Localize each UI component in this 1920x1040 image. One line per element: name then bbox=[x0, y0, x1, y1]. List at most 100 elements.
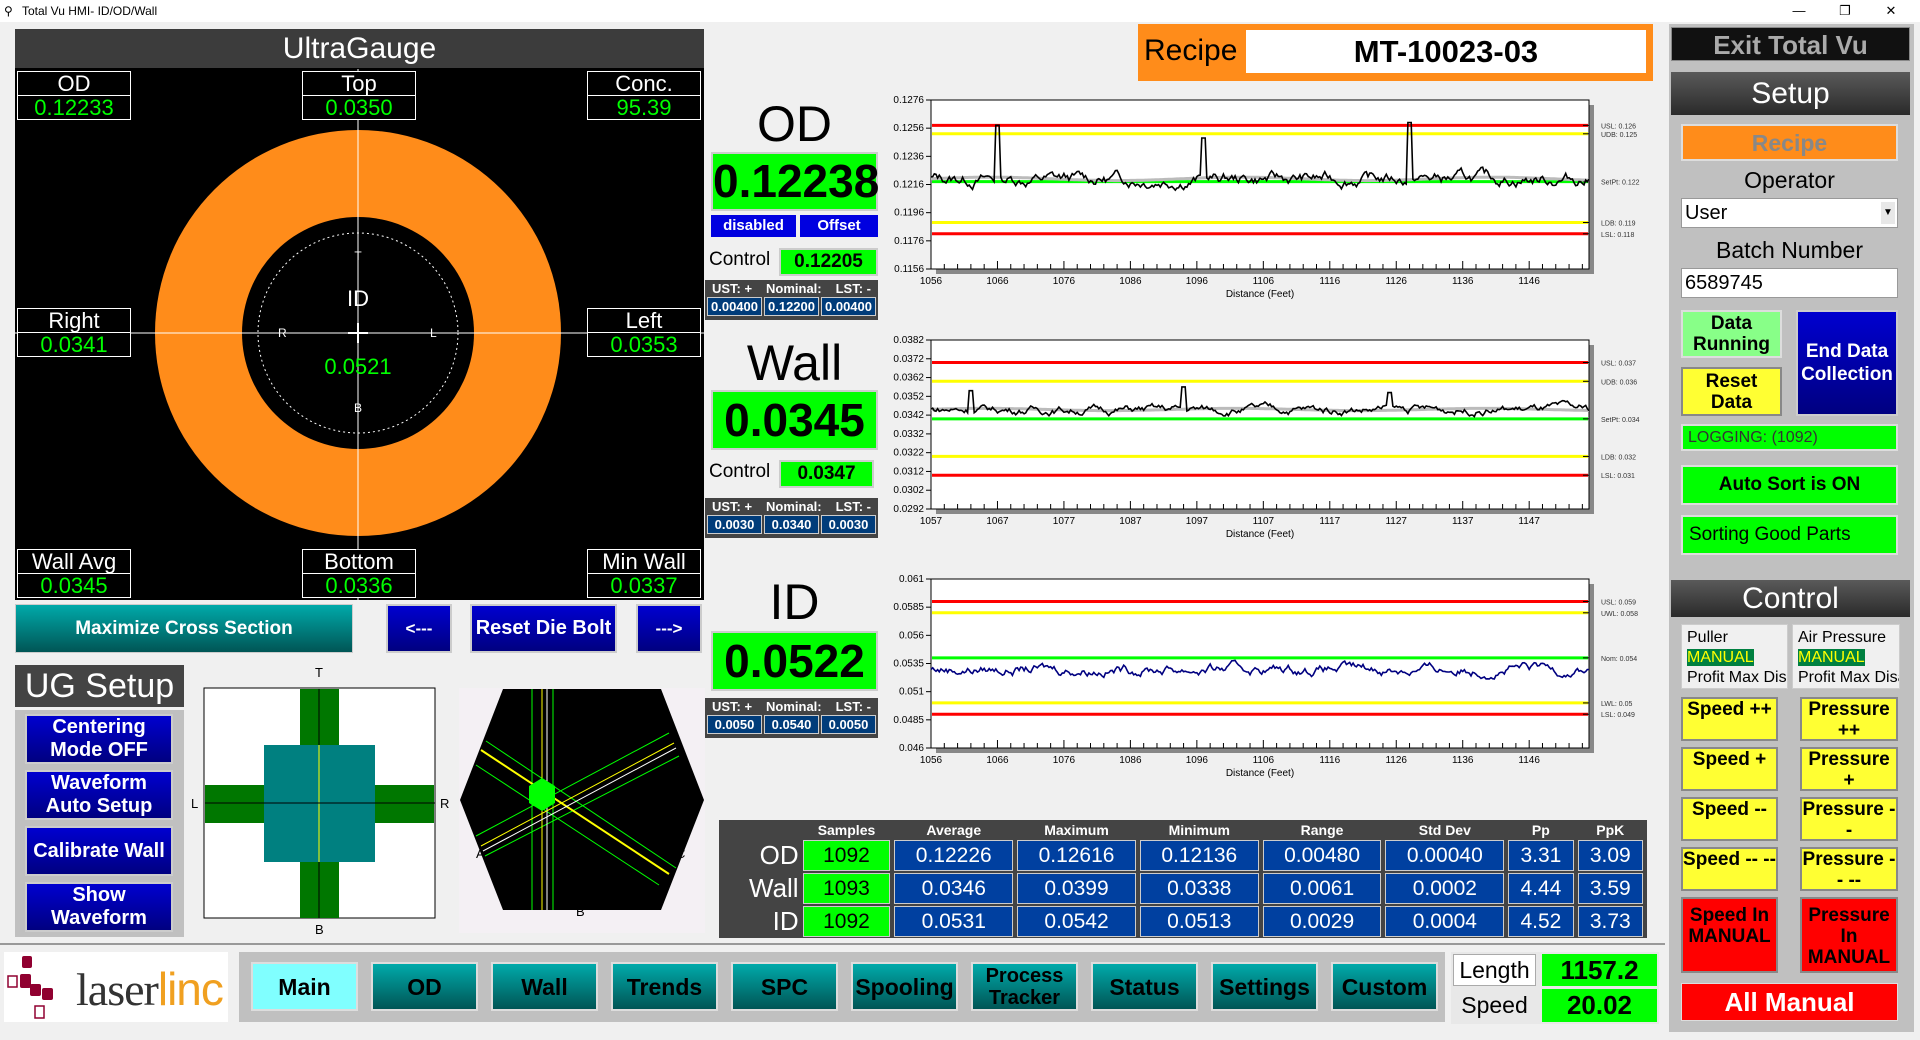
waveform-auto-setup-button[interactable]: Waveform Auto Setup bbox=[25, 770, 173, 820]
y-tick-label: 0.1156 bbox=[894, 264, 924, 275]
maximize-cross-section-button[interactable]: Maximize Cross Section bbox=[15, 604, 353, 653]
y-tick-label: 0.0342 bbox=[893, 410, 924, 421]
x-axis-label: Distance (Feet) bbox=[1226, 289, 1294, 300]
speed-manual-button[interactable]: Speed In MANUAL bbox=[1681, 897, 1778, 973]
chevron-down-icon: ▼ bbox=[1881, 202, 1895, 224]
nav-settings[interactable]: Settings bbox=[1211, 962, 1318, 1011]
ug-top: Top 0.0350 bbox=[302, 71, 416, 120]
wall-trend-chart: 0.0382 0.0372 0.0362 0.0352 0.0342 0.0332 0.03… bbox=[893, 335, 1639, 540]
pressure-down-button[interactable]: Pressure -- bbox=[1800, 797, 1898, 841]
auto-sort-button[interactable]: Auto Sort is ON bbox=[1681, 465, 1898, 505]
nav-process-tracker[interactable]: Process Tracker bbox=[971, 962, 1078, 1011]
y-tick-label: 0.046 bbox=[899, 743, 924, 754]
y-tick-label: 0.1276 bbox=[893, 95, 924, 106]
all-manual-button[interactable]: All Manual bbox=[1681, 983, 1898, 1021]
id-nominal[interactable]: 0.0540 bbox=[764, 715, 819, 734]
x-tick-label: 1116 bbox=[1319, 276, 1340, 287]
reset-die-bolt-button[interactable]: Reset Die Bolt bbox=[470, 604, 617, 653]
nav-trends[interactable]: Trends bbox=[611, 962, 718, 1011]
x-tick-label: 1147 bbox=[1518, 516, 1540, 527]
reset-data-button[interactable]: Reset Data bbox=[1681, 367, 1782, 416]
hex-label-c: C bbox=[676, 846, 686, 861]
id-ust[interactable]: 0.0050 bbox=[707, 715, 762, 734]
nav-custom[interactable]: Custom bbox=[1331, 962, 1438, 1011]
x-tick-label: 1056 bbox=[920, 755, 943, 766]
plot-area bbox=[930, 339, 1590, 510]
statistics-table: Samples Average Maximum Minimum Range Std Dev… bbox=[719, 820, 1647, 938]
end-data-collection-button[interactable]: End Data Collection bbox=[1796, 310, 1898, 416]
hex-label-a: A bbox=[476, 846, 485, 861]
y-tick-label: 0.1196 bbox=[894, 208, 924, 219]
logging-status: LOGGING: (1092) bbox=[1681, 424, 1898, 451]
nav-wall[interactable]: Wall bbox=[491, 962, 598, 1011]
od-nominal[interactable]: 0.12200 bbox=[764, 297, 819, 316]
centering-mode-button[interactable]: Centering Mode OFF bbox=[25, 714, 173, 764]
id-lst[interactable]: 0.0050 bbox=[821, 715, 876, 734]
ug-setup-title: UG Setup bbox=[15, 665, 184, 707]
speed-down-fast-button[interactable]: Speed -- -- bbox=[1681, 847, 1778, 891]
od-lst[interactable]: 0.00400 bbox=[821, 297, 876, 316]
show-waveform-button[interactable]: Show Waveform bbox=[25, 882, 173, 932]
restore-button[interactable]: ❐ bbox=[1822, 0, 1868, 22]
close-button[interactable]: ✕ bbox=[1868, 0, 1914, 22]
prev-button[interactable]: <--- bbox=[386, 604, 452, 653]
x-tick-label: 1066 bbox=[986, 276, 1009, 287]
minimize-button[interactable]: — bbox=[1776, 0, 1822, 22]
pressure-up-button[interactable]: Pressure + bbox=[1800, 747, 1898, 791]
cross-label-b: B bbox=[315, 922, 324, 937]
exit-total-vu-button[interactable]: Exit Total Vu bbox=[1671, 27, 1910, 61]
od-offset-button[interactable]: Offset bbox=[800, 215, 878, 237]
speed-down-button[interactable]: Speed -- bbox=[1681, 797, 1778, 841]
cross-label-l: L bbox=[191, 796, 199, 811]
nav-status[interactable]: Status bbox=[1091, 962, 1198, 1011]
pressure-down-fast-button[interactable]: Pressure -- -- bbox=[1800, 847, 1898, 891]
ug-right: Right 0.0341 bbox=[17, 308, 131, 357]
id-value: 0.0522 bbox=[711, 631, 878, 691]
limit-label: USL: 0.059 bbox=[1601, 600, 1636, 607]
control-header: Control bbox=[1671, 580, 1910, 617]
batch-number-label: Batch Number bbox=[1715, 237, 1863, 263]
recipe-value[interactable]: MT-10023-03 bbox=[1246, 30, 1646, 73]
recipe-button[interactable]: Recipe bbox=[1681, 124, 1898, 161]
nav-od[interactable]: OD bbox=[371, 962, 478, 1011]
x-tick-label: 1067 bbox=[986, 516, 1009, 527]
speed-up-fast-button[interactable]: Speed ++ bbox=[1681, 697, 1778, 741]
pressure-up-fast-button[interactable]: Pressure ++ bbox=[1800, 697, 1898, 741]
limit-label: LDB: 0.032 bbox=[1601, 454, 1636, 461]
batch-number-input[interactable]: 6589745 bbox=[1681, 268, 1898, 298]
x-tick-label: 1126 bbox=[1385, 276, 1407, 287]
air-pressure-status-box: Air Pressure MANUAL Profit Max Disabled bbox=[1792, 624, 1900, 689]
wall-nominal[interactable]: 0.0340 bbox=[764, 515, 819, 534]
x-tick-label: 1116 bbox=[1319, 755, 1340, 766]
next-button[interactable]: ---> bbox=[636, 604, 702, 653]
x-tick-label: 1056 bbox=[920, 276, 943, 287]
pressure-manual-button[interactable]: Pressure In MANUAL bbox=[1800, 897, 1898, 973]
y-tick-label: 0.1236 bbox=[893, 151, 924, 162]
data-running-button[interactable]: Data Running bbox=[1681, 310, 1782, 358]
speed-up-button[interactable]: Speed + bbox=[1681, 747, 1778, 791]
limit-label: USL: 0.037 bbox=[1601, 361, 1636, 368]
limit-label: UDB: 0.036 bbox=[1601, 379, 1637, 386]
x-tick-label: 1087 bbox=[1119, 516, 1142, 527]
y-tick-label: 0.056 bbox=[899, 630, 924, 641]
ug-min-wall: Min Wall 0.0337 bbox=[587, 549, 701, 598]
nav-main[interactable]: Main bbox=[251, 962, 358, 1011]
od-trend-chart: 0.1276 0.1256 0.1236 0.1216 0.1196 0.1176 0.11… bbox=[893, 95, 1639, 300]
wall-ust[interactable]: 0.0030 bbox=[707, 515, 762, 534]
speed-value: 20.02 bbox=[1542, 989, 1657, 1022]
hexagon-view bbox=[459, 688, 705, 933]
wall-lst[interactable]: 0.0030 bbox=[821, 515, 876, 534]
speed-label: Speed bbox=[1461, 992, 1528, 1018]
x-tick-label: 1106 bbox=[1253, 755, 1275, 766]
nav-spc[interactable]: SPC bbox=[731, 962, 838, 1011]
y-tick-label: 0.0332 bbox=[893, 429, 924, 440]
nav-spooling[interactable]: Spooling bbox=[851, 962, 958, 1011]
od-disabled-button[interactable]: disabled bbox=[711, 215, 796, 237]
od-ust[interactable]: 0.00400 bbox=[707, 297, 762, 316]
x-tick-label: 1086 bbox=[1119, 755, 1142, 766]
wall-value: 0.0345 bbox=[711, 390, 878, 450]
operator-select[interactable]: User ▼ bbox=[1681, 198, 1898, 228]
calibrate-wall-button[interactable]: Calibrate Wall bbox=[25, 826, 173, 876]
title-bar: ⚲ Total Vu HMI- ID/OD/Wall bbox=[0, 0, 1920, 22]
wall-title: Wall bbox=[746, 335, 843, 391]
